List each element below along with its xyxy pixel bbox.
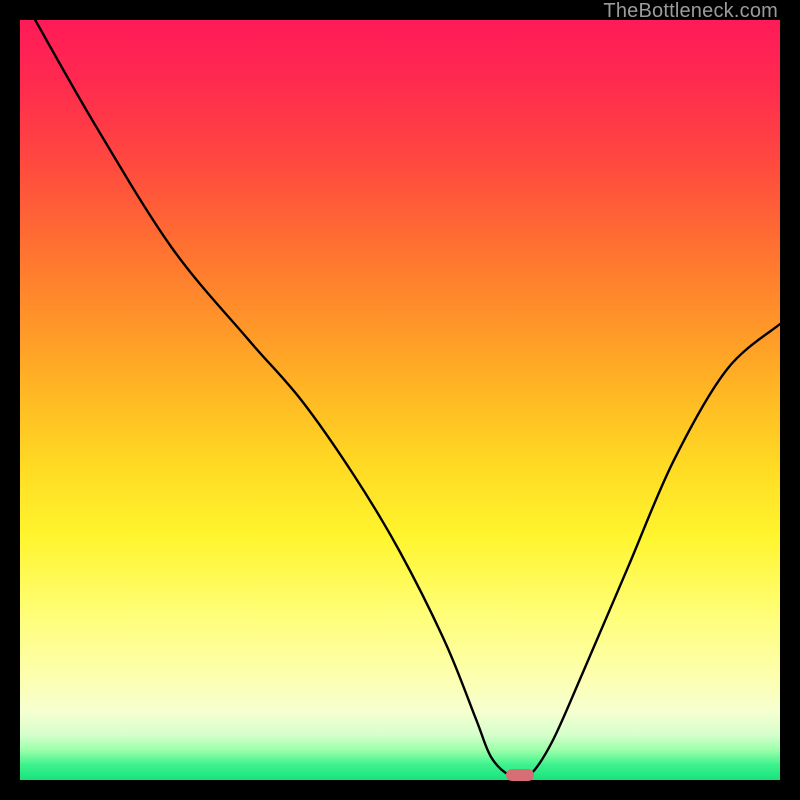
bottleneck-curve [35, 20, 780, 779]
plot-area [20, 20, 780, 780]
optimal-marker [506, 769, 534, 781]
chart-frame: TheBottleneck.com [0, 0, 800, 800]
curve-overlay [20, 20, 780, 780]
watermark-text: TheBottleneck.com [603, 0, 778, 23]
